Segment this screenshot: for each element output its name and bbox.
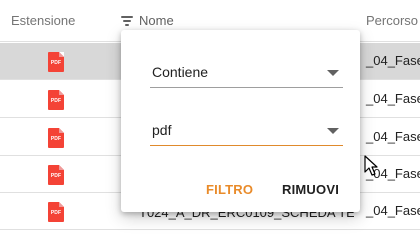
remove-button[interactable]: RIMUOVI [282, 180, 339, 200]
pdf-file-icon: PDF [48, 52, 64, 72]
filter-value-text: pdf [152, 122, 172, 138]
filter-operator-select[interactable]: Contiene [150, 58, 343, 88]
row-path: _04_Fase [366, 203, 420, 218]
pdf-file-icon: PDF [48, 90, 64, 110]
filter-icon[interactable] [120, 15, 134, 27]
filter-value-select[interactable]: pdf [150, 116, 343, 146]
filter-popup: Contiene pdf FILTRO RIMUOVI [121, 30, 360, 212]
pdf-file-icon: PDF [48, 128, 64, 148]
row-path: _04_Fase [366, 129, 420, 144]
filter-operator-value: Contiene [152, 64, 209, 80]
row-path: _04_Fase [366, 91, 420, 106]
pdf-file-icon: PDF [48, 165, 64, 185]
dropdown-arrow-icon[interactable] [327, 70, 339, 76]
pdf-file-icon: PDF [48, 202, 64, 222]
mouse-cursor-icon [364, 155, 378, 176]
column-header-path[interactable]: Percorso [366, 0, 418, 42]
row-path: _04_Fase [366, 53, 420, 68]
filter-button[interactable]: FILTRO [206, 180, 253, 200]
dropdown-arrow-icon[interactable] [327, 128, 339, 134]
column-header-extension[interactable]: Estensione [11, 0, 75, 42]
